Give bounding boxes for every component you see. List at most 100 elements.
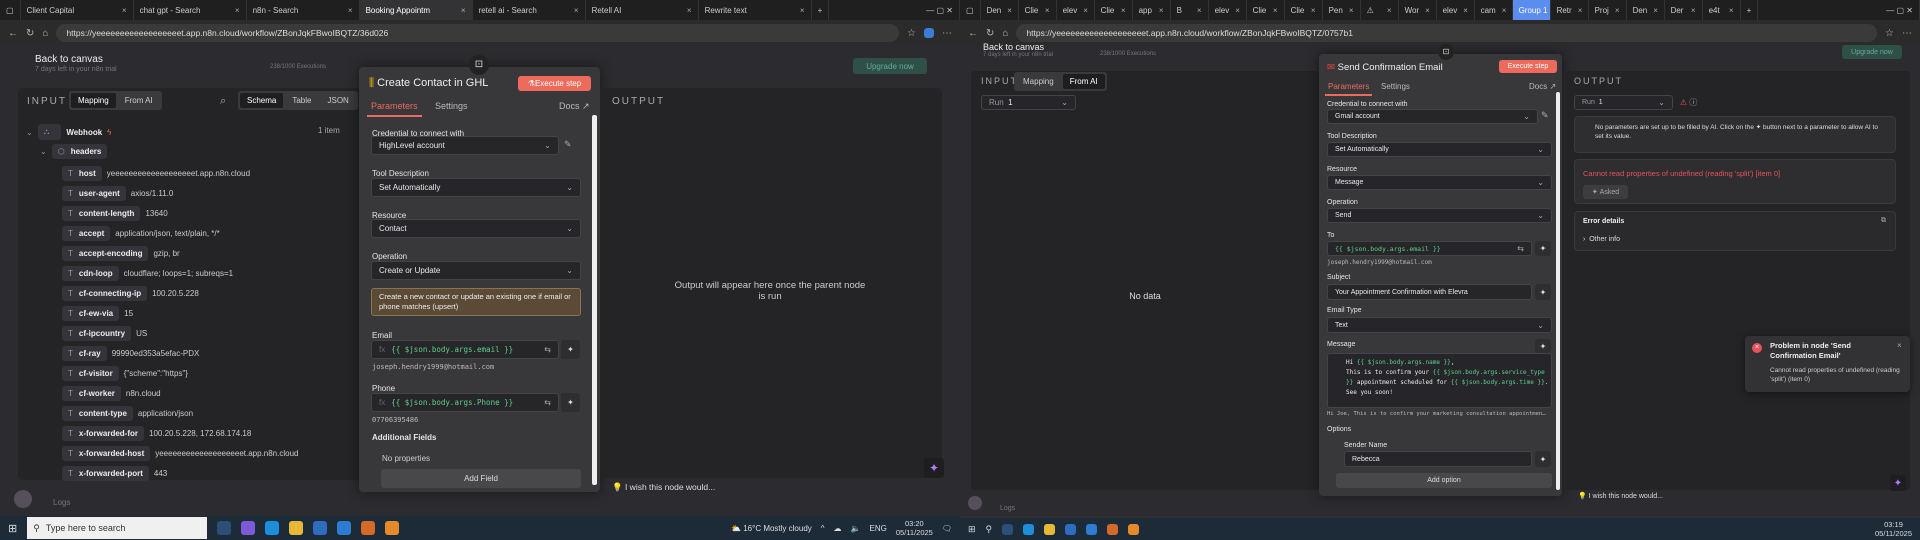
ai-fill-icon[interactable]: ✦ <box>1535 241 1551 256</box>
copilot-icon[interactable] <box>241 521 256 535</box>
operation-select[interactable]: Send ⌄ <box>1327 208 1552 223</box>
more-icon[interactable]: ⋯ <box>1902 28 1912 39</box>
browser-tab[interactable]: Wor × <box>1399 0 1437 20</box>
field-key[interactable]: Tcf-visitor <box>62 366 119 381</box>
browser-tab[interactable]: Proj × <box>1589 0 1627 20</box>
back-to-canvas[interactable]: Back to canvas <box>983 42 1044 52</box>
field-key[interactable]: Tx-forwarded-port <box>62 466 149 481</box>
ask-ai-button[interactable]: ✦ Asked <box>1583 185 1628 199</box>
browser-tab[interactable]: elev × <box>1057 0 1095 20</box>
field-key[interactable]: Taccept <box>62 226 111 241</box>
ai-assistant-icon[interactable]: ✦ <box>1890 475 1906 491</box>
back-icon[interactable]: ← <box>968 28 978 39</box>
home-icon[interactable]: ⌂ <box>1002 28 1008 39</box>
more-icon[interactable]: ⋯ <box>942 28 952 39</box>
home-icon[interactable]: ⌂ <box>42 28 48 39</box>
browser-tab[interactable]: n8n - Search × <box>247 0 360 20</box>
browser-tab[interactable]: e4t × <box>1703 0 1741 20</box>
docs-link[interactable]: Docs ↗ <box>559 101 590 112</box>
close-tab-icon[interactable]: × <box>1045 6 1050 15</box>
other-info-toggle[interactable]: › Other info <box>1583 236 1620 243</box>
feedback-input[interactable]: 💡 I wish this node would... <box>1578 492 1663 500</box>
tab-actions-icon[interactable]: ▢ <box>960 0 981 20</box>
field-key[interactable]: Tx-forwarded-host <box>62 446 151 461</box>
schema-field-row[interactable]: Tx-forwarded-port 443 <box>62 466 167 481</box>
outlook-icon[interactable] <box>1086 523 1098 535</box>
edge-icon[interactable] <box>1023 523 1035 535</box>
close-tab-icon[interactable]: × <box>461 6 466 15</box>
tool-description-select[interactable]: Set Automatically ⌄ <box>1327 142 1552 157</box>
close-tab-icon[interactable]: × <box>574 6 579 15</box>
field-key[interactable]: Tcf-connecting-ip <box>62 286 148 301</box>
edge-icon[interactable] <box>265 521 280 535</box>
close-tab-icon[interactable]: × <box>1387 6 1392 15</box>
from-ai-tab[interactable]: From AI <box>118 93 160 108</box>
windows-start-icon[interactable]: ⊞ <box>8 522 17 535</box>
browser-tab[interactable]: Clie × <box>1095 0 1133 20</box>
subject-input[interactable]: Your Appointment Confirmation with Elevr… <box>1327 284 1532 300</box>
schema-field-row[interactable]: Tx-forwarded-for 100.20.5.228, 172.68.174… <box>62 426 251 441</box>
window-controls[interactable]: — ▢ ✕ <box>1880 0 1920 20</box>
run-select[interactable]: Run 1 ⌄ <box>981 95 1076 110</box>
close-tab-icon[interactable]: × <box>1653 6 1658 15</box>
ai-fill-icon[interactable]: ✦ <box>561 340 580 359</box>
upgrade-button[interactable]: Upgrade now <box>1842 45 1902 59</box>
field-key[interactable]: Thost <box>62 166 102 181</box>
browser-tab[interactable]: elev × <box>1209 0 1247 20</box>
close-tab-icon[interactable]: × <box>1235 6 1240 15</box>
schema-field-row[interactable]: Taccept-encoding gzip, br <box>62 246 180 261</box>
schema-tab[interactable]: Schema <box>240 93 284 108</box>
close-tab-icon[interactable]: × <box>1007 6 1012 15</box>
schema-field-row[interactable]: Tcf-connecting-ip 100.20.5.228 <box>62 286 199 301</box>
schema-field-row[interactable]: Tcf-ray 99990ed353a5efac-PDX <box>62 346 199 361</box>
mapping-tab[interactable]: Mapping <box>71 93 116 108</box>
store-icon[interactable] <box>313 521 328 535</box>
back-to-canvas[interactable]: Back to canvas <box>35 54 103 65</box>
schema-field-row[interactable]: Tcf-worker n8n.cloud <box>62 386 161 401</box>
fl-studio-icon[interactable] <box>1107 523 1119 535</box>
credential-select[interactable]: HighLevel account ⌄ <box>371 136 559 155</box>
browser-tab[interactable]: Booking Appointm × <box>359 0 473 20</box>
close-icon[interactable]: × <box>1897 341 1902 350</box>
close-tab-icon[interactable]: × <box>1578 6 1583 15</box>
extension-icon[interactable] <box>924 28 934 38</box>
tab-parameters[interactable]: Parameters <box>367 101 422 117</box>
browser-tab[interactable]: app × <box>1133 0 1171 20</box>
refresh-icon[interactable]: ↻ <box>26 28 34 39</box>
to-expression-input[interactable]: {{ $json.body.args.email }} ⇆ <box>1327 241 1532 256</box>
schema-field-row[interactable]: Thost yeeeeeeeeeeeeeeeeeeet.app.n8n.cloud <box>62 166 250 181</box>
execute-step-button[interactable]: Execute step <box>1499 60 1557 73</box>
close-tab-icon[interactable]: × <box>1159 6 1164 15</box>
field-key[interactable]: Tcf-worker <box>62 386 121 401</box>
browser-tab[interactable]: Group 1× <box>1512 0 1551 20</box>
browser-tab[interactable]: chat gpt - Search × <box>134 0 247 20</box>
app-icon[interactable] <box>1128 523 1140 535</box>
avatar[interactable] <box>968 496 982 510</box>
schema-field-row[interactable]: Tcdn-loop cloudflare; loops=1; subreqs=1 <box>62 266 233 281</box>
new-tab-button[interactable]: + <box>1741 0 1759 20</box>
field-key[interactable]: Tcf-ipcountry <box>62 326 132 341</box>
browser-tab[interactable]: Pen × <box>1323 0 1361 20</box>
close-tab-icon[interactable]: × <box>1083 6 1088 15</box>
tab-parameters[interactable]: Parameters <box>1325 82 1373 96</box>
schema-field-row[interactable]: Tcontent-length 13640 <box>62 206 168 221</box>
schema-field-row[interactable]: Tuser-agent axios/1.11.0 <box>62 186 173 201</box>
field-key[interactable]: Tcdn-loop <box>62 266 119 281</box>
field-key[interactable]: Tcf-ew-via <box>62 306 120 321</box>
outlook-icon[interactable] <box>337 521 352 535</box>
docs-link[interactable]: Docs ↗ <box>1529 82 1556 91</box>
file-explorer-icon[interactable] <box>1044 523 1056 535</box>
tab-settings[interactable]: Settings <box>435 101 468 111</box>
close-tab-icon[interactable]: × <box>348 6 353 15</box>
volume-icon[interactable]: 🔈 <box>851 524 861 533</box>
ai-fill-icon[interactable]: ✦ <box>1535 284 1551 300</box>
field-key[interactable]: Tcontent-type <box>62 406 133 421</box>
avatar[interactable] <box>14 490 32 508</box>
add-option-button[interactable]: Add option <box>1336 473 1552 488</box>
field-key[interactable]: Tx-forwarded-for <box>62 426 145 441</box>
store-icon[interactable] <box>1065 523 1077 535</box>
task-view-icon[interactable] <box>1002 523 1014 535</box>
credential-select[interactable]: Gmail account ⌄ <box>1327 109 1538 124</box>
scrollbar[interactable] <box>1556 92 1560 490</box>
operation-select[interactable]: Create or Update ⌄ <box>371 261 581 280</box>
